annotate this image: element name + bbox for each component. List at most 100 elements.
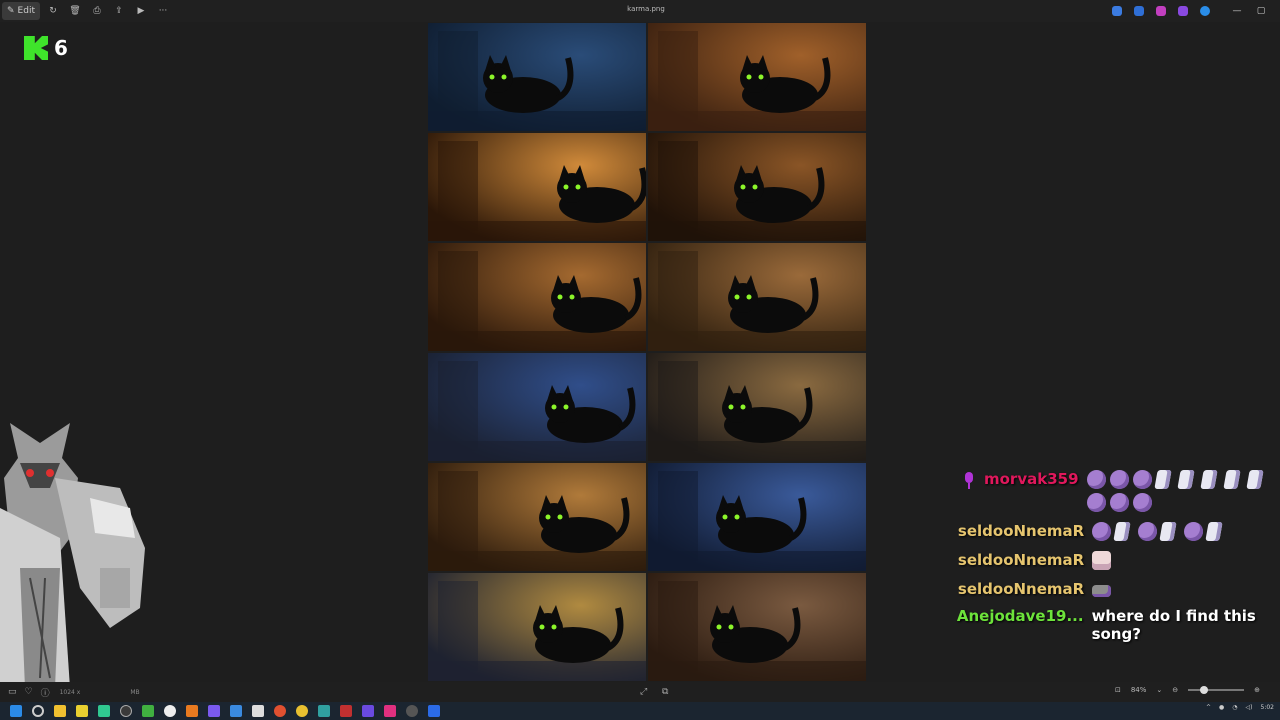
clock[interactable]: 5:02 [1261,704,1274,711]
image-canvas[interactable] [428,23,866,681]
chat-username: morvak359 [984,470,1079,488]
emote-flag-icon [1199,470,1218,489]
app-icon-purple[interactable] [208,705,220,717]
title-bar: ✎ Edit ↻ 🗑 ⎙ ⇪ ▶ ··· karma.png — ▢ [0,0,1280,22]
zoom-controls: ⊡ 84% ⌄ ⊖ ⊕ [1115,686,1260,694]
image-tile-cat-walking-night [428,573,646,681]
system-tray: ^ ● ◔ ◁) 5:02 [1198,704,1274,711]
chat-message: seldooNnemaR [950,551,1280,574]
mic-tray-icon[interactable]: ● [1219,704,1224,711]
image-tile-cat-lying-warm-floor [648,23,866,131]
image-tile-cat-crouching-near-vacuum [428,243,646,351]
chat-message: morvak359 [950,470,1280,516]
chevron-down-icon[interactable]: ⌄ [1156,686,1162,694]
zoom-level[interactable]: 84% [1131,686,1147,694]
app-icon-gear[interactable] [406,705,418,717]
emote-ball-icon [1092,522,1112,541]
delete-icon: 🗑 [69,6,81,16]
volume-icon[interactable]: ◁) [1246,704,1253,711]
rotate-button[interactable]: ↻ [44,2,62,20]
zoom-slider[interactable] [1188,686,1245,694]
app-icon-red[interactable] [340,705,352,717]
maximize-button[interactable]: ▢ [1252,3,1270,19]
start-icon[interactable] [10,705,22,717]
chat-message: seldooNnemaR [950,522,1280,545]
photo-viewer-window: ✎ Edit ↻ 🗑 ⎙ ⇪ ▶ ··· karma.png — ▢ 6 mor… [0,0,1280,720]
file-size: MB [130,688,140,696]
chat-username: seldooNnemaR [957,551,1085,569]
chrome-icon[interactable] [296,705,308,717]
slideshow-button[interactable]: ▶ [132,2,150,20]
settings-icon[interactable] [120,705,132,717]
emote-ball-icon [1086,470,1106,489]
app-icon-2[interactable] [1134,6,1144,16]
emote-flag-icon [1153,470,1172,489]
chat-username: seldooNnemaR [957,522,1085,540]
emote-ball-icon [1132,493,1152,512]
image-tile-cat-on-robot-vacuum [648,133,866,241]
image-tile-cat-sleeping-bed [648,573,866,681]
app-icon-blue[interactable] [230,705,242,717]
photos-icon[interactable] [428,705,440,717]
info-icon[interactable]: ⓘ [41,686,50,699]
stream-counter: 6 [24,36,68,60]
emote-ball-icon [1109,470,1129,489]
minimize-button[interactable]: — [1228,3,1246,19]
image-tile-cat-chasing-light [428,463,646,571]
chat-message: seldooNnemaR [950,580,1280,601]
more-button[interactable]: ··· [154,2,172,20]
notes-icon[interactable] [76,705,88,717]
zoom-in-icon[interactable]: ⊕ [1254,686,1260,694]
app-icon-launcher[interactable] [142,705,154,717]
chat-emotes [1092,580,1280,601]
zoom-slider-thumb[interactable] [1200,686,1209,694]
app-icon-pink[interactable] [384,705,396,717]
filmstrip-icon[interactable]: ▭ [8,687,17,697]
firefox-icon[interactable] [274,705,286,717]
favorite-icon[interactable]: ♡ [25,687,33,697]
app-icon-doc[interactable] [252,705,264,717]
explorer-icon[interactable] [54,705,66,717]
more-icon: ··· [158,6,168,16]
crop-icon[interactable]: ⧉ [662,687,668,697]
actual-size-icon[interactable]: ⊡ [1115,686,1121,694]
fit-screen-icon[interactable]: ⤢ [640,687,647,697]
search-icon[interactable] [32,705,44,717]
print-button[interactable]: ⎙ [88,2,106,20]
status-bar: ▭ ♡ ⓘ 1024 x MB ⤢ ⧉ ⊡ 84% ⌄ ⊖ ⊕ [0,682,1280,702]
top-right-controls: — ▢ [1100,3,1270,19]
image-tile-cat-at-blue-window [428,23,646,131]
app-icon-green[interactable] [98,705,110,717]
chat-text: where do I find this song? [1091,607,1256,643]
chat-message: Anejodave19... where do I find this song? [950,607,1280,643]
app-icon-1[interactable] [1112,6,1122,16]
zoom-out-icon[interactable]: ⊖ [1172,686,1178,694]
vlc-icon[interactable] [186,705,198,717]
image-tile-cat-at-night-window [428,353,646,461]
app-icon-circle[interactable] [164,705,176,717]
streamer-avatar [0,423,145,688]
app-icon-discord[interactable] [362,705,374,717]
delete-button[interactable]: 🗑 [66,2,84,20]
chat-overlay: morvak359 seldooNnemaR seldooNnemaR seldooN… [950,470,1280,649]
edit-icon: ✎ [7,6,15,16]
app-icon-3[interactable] [1156,6,1166,16]
image-tile-cat-on-cushion [648,353,866,461]
image-tile-cat-by-fireplace [428,133,646,241]
edit-button[interactable]: ✎ Edit [2,2,40,20]
share-button[interactable]: ⇪ [110,2,128,20]
emote-ball-icon [1132,470,1152,489]
chevron-up-icon[interactable]: ^ [1206,704,1211,711]
print-icon: ⎙ [93,6,101,16]
emote-ball-icon [1138,522,1158,541]
network-icon[interactable]: ◔ [1232,704,1237,711]
app-icon-4[interactable] [1178,6,1188,16]
mic-icon [962,472,976,490]
emote-flag-icon [1159,522,1177,541]
window-title: karma.png [627,5,665,13]
app-icon-teal[interactable] [318,705,330,717]
edit-label: Edit [17,6,35,16]
onedrive-icon[interactable] [1200,6,1210,16]
slideshow-icon: ▶ [137,6,145,16]
emote-ball-icon [1184,522,1204,541]
